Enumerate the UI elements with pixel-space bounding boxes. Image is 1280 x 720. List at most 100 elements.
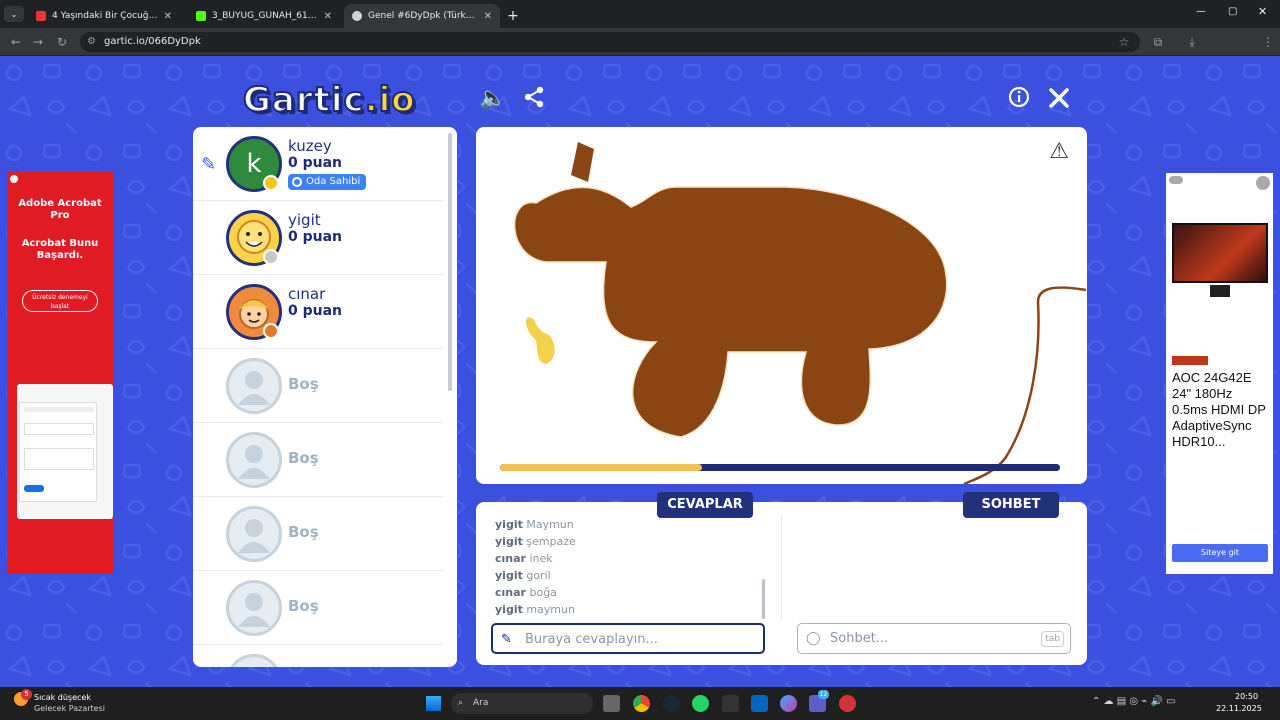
new-tab-button[interactable]: +: [504, 4, 522, 28]
ad-cta-button[interactable]: Ücretsiz denemeyi başlat: [22, 290, 98, 312]
taskbar-search[interactable]: ⌕ Ara: [451, 693, 593, 714]
scrollbar[interactable]: [448, 133, 452, 391]
logo-suffix: .io: [364, 79, 416, 121]
youtube-favicon-icon: [36, 11, 46, 21]
answer-text: boğa: [529, 586, 557, 599]
extensions-icon[interactable]: ⧉: [1150, 34, 1166, 50]
ad-choices-icon[interactable]: [1169, 176, 1183, 184]
adobe-ad[interactable]: Adobe Acrobat Pro Acrobat Bunu Başardı. …: [7, 172, 113, 573]
avatar-placeholder-icon: [226, 358, 282, 414]
player-row-yigit[interactable]: yigit 0 puan: [193, 201, 443, 275]
clock-time[interactable]: 20:50: [1235, 692, 1258, 701]
answer-input[interactable]: ✎ Buraya cevaplayın...: [491, 623, 765, 654]
close-icon[interactable]: ✕: [164, 11, 172, 22]
url-text: gartic.io/066DyDpk: [104, 36, 201, 47]
ad-form-field: [24, 423, 94, 435]
avatar-placeholder-icon: [226, 580, 282, 636]
tab-title: 3_BUYUG_GUNAH_619 Stream: [212, 11, 318, 21]
chat-input[interactable]: ◯ Sohbet... tab: [797, 623, 1071, 654]
teams-badge: 12: [818, 690, 829, 699]
steam-icon[interactable]: [663, 695, 680, 712]
kick-favicon-icon: [196, 11, 206, 21]
share-icon[interactable]: [520, 86, 548, 114]
tray-icons[interactable]: ⌃ ☁ ▤ ◎ ⌁ 🔊 ▭: [1092, 696, 1176, 707]
whatsapp-icon[interactable]: [692, 695, 709, 712]
gartic-favicon-icon: [352, 11, 362, 21]
empty-slot: Boş: [193, 349, 443, 423]
clock-date[interactable]: 22.11.2025: [1216, 704, 1262, 713]
answer-author: yigit: [495, 569, 523, 582]
players-panel: ✎ k kuzey 0 puan Oda Sahibi yigit 0 puan…: [193, 127, 457, 667]
site-info-icon[interactable]: ⚙: [87, 32, 96, 52]
ad-subtitle: Acrobat Bunu Başardı.: [21, 238, 99, 261]
status-dot: [263, 249, 279, 265]
browser-tab-2[interactable]: 3_BUYUG_GUNAH_619 Stream ✕: [188, 4, 340, 28]
empty-slot: [193, 645, 443, 667]
minimize-button[interactable]: —: [1196, 6, 1206, 17]
answer-author: yigit: [495, 603, 523, 616]
report-warning-icon[interactable]: ⚠: [1049, 139, 1069, 164]
windows-start-icon[interactable]: [426, 696, 441, 711]
answer-text: inek: [529, 552, 553, 565]
store-logo: [1172, 356, 1208, 365]
list-item: yigit goril: [495, 567, 760, 584]
close-glyph: [1049, 88, 1069, 108]
back-icon[interactable]: ←: [8, 34, 24, 50]
search-icon: ⌕: [458, 698, 464, 708]
ad-info-icon[interactable]: [1256, 176, 1270, 190]
list-item: yigit Maymun: [495, 516, 760, 533]
answers-scrollbar[interactable]: [762, 579, 765, 619]
tab-list-button[interactable]: ⌄: [4, 6, 24, 22]
answer-author: cınar: [495, 586, 526, 599]
avatar-placeholder-icon: [226, 654, 282, 667]
store-icon[interactable]: [751, 695, 768, 712]
close-icon[interactable]: [1045, 86, 1073, 114]
app-icon[interactable]: [839, 695, 856, 712]
player-row-cinar[interactable]: cınar 0 puan: [193, 275, 443, 349]
drawing: [514, 142, 1087, 484]
browser-tab-1[interactable]: 4 Yaşındaki Bir Çocuğun Sözler ✕: [28, 4, 180, 28]
bookmark-star-icon[interactable]: ☆: [1116, 34, 1132, 50]
task-view-icon[interactable]: [603, 695, 620, 712]
ad-info-icon[interactable]: [10, 175, 18, 183]
menu-icon[interactable]: ⋮: [1260, 34, 1276, 50]
person-icon: [238, 519, 270, 553]
person-icon: [238, 371, 270, 405]
info-icon[interactable]: [1005, 86, 1033, 114]
empty-slot: Boş: [193, 571, 443, 645]
close-icon[interactable]: ✕: [324, 11, 332, 22]
pencil-icon: ✎: [501, 632, 512, 647]
ad-cta-button[interactable]: Siteye git: [1172, 544, 1268, 562]
reload-icon[interactable]: ↻: [54, 34, 70, 50]
downloads-icon[interactable]: ⤓: [1184, 34, 1200, 50]
drawing-canvas[interactable]: ⚠: [476, 127, 1087, 484]
url-field[interactable]: ⚙ gartic.io/066DyDpk: [80, 32, 1140, 52]
player-row-kuzey[interactable]: ✎ k kuzey 0 puan Oda Sahibi: [193, 127, 443, 201]
tab-title: 4 Yaşındaki Bir Çocuğun Sözler: [52, 11, 158, 21]
player-name: kuzey: [288, 137, 332, 155]
gartic-logo[interactable]: Gartic.io: [242, 79, 416, 121]
epic-games-icon[interactable]: [722, 695, 739, 712]
maximize-button[interactable]: ▢: [1228, 6, 1237, 17]
sound-icon[interactable]: 🔈: [479, 87, 507, 115]
monitor-image: [1172, 223, 1268, 283]
copilot-icon[interactable]: [780, 695, 797, 712]
status-dot: [263, 323, 279, 339]
answers-list: yigit Maymun yigit şempaze cınar inek yi…: [495, 516, 760, 620]
chrome-icon[interactable]: [633, 695, 650, 712]
owner-badge: Oda Sahibi: [288, 174, 367, 190]
browser-tab-bar: ⌄ 4 Yaşındaki Bir Çocuğun Sözler ✕ 3_BUY…: [0, 0, 1280, 28]
player-name: Boş: [288, 449, 319, 467]
monitor-ad[interactable]: AOC 24G42E 24" 180Hz 0.5ms HDMI DP Adapt…: [1166, 173, 1273, 574]
ad-form-line: [24, 407, 94, 412]
ad-product-title: AOC 24G42E 24" 180Hz 0.5ms HDMI DP Adapt…: [1172, 370, 1266, 449]
close-window-button[interactable]: ✕: [1258, 5, 1267, 18]
browser-tab-3[interactable]: Genel #6DyDpk (Türkçe) - Gartic ✕: [344, 4, 500, 28]
close-icon[interactable]: ✕: [484, 11, 492, 22]
monitor-stand: [1210, 285, 1230, 297]
weather-badge: 5: [21, 689, 32, 700]
forward-icon[interactable]: →: [30, 34, 46, 50]
status-dot: [263, 175, 279, 191]
round-timer-bar: [500, 464, 1060, 471]
player-name: cınar: [288, 285, 326, 303]
